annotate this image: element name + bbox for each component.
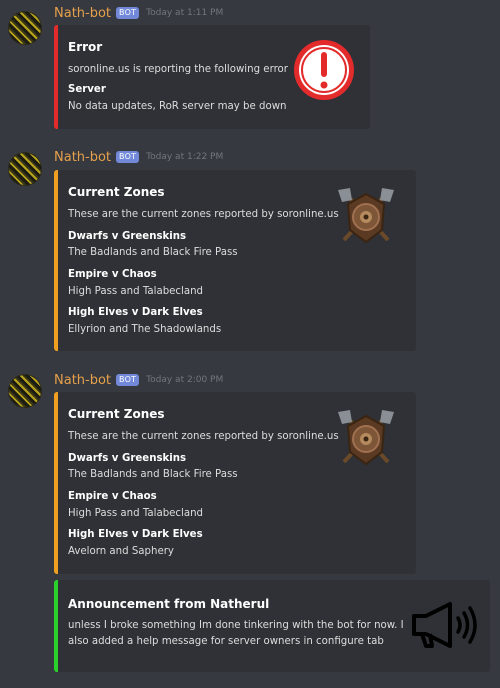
- avatar[interactable]: [8, 152, 42, 186]
- embed-description-line: also added a help message for server own…: [68, 636, 384, 647]
- embed-field-value: The Badlands and Black Fire Pass: [68, 469, 238, 480]
- embed-field-name: High Elves v Dark Elves: [68, 307, 203, 318]
- embed-title: Current Zones: [68, 185, 165, 199]
- message-header: Nath-bot BOT Today at 2:00 PM: [54, 370, 223, 390]
- embed-field-value: The Badlands and Black Fire Pass: [68, 247, 238, 258]
- megaphone-icon: [410, 600, 482, 650]
- error-embed: Error soronline.us is reporting the foll…: [54, 25, 370, 129]
- embed-field-name: High Elves v Dark Elves: [68, 529, 203, 540]
- zones-embed: Current Zones These are the current zone…: [54, 392, 416, 574]
- embed-title: Announcement from Natherul: [68, 597, 270, 611]
- embed-field-value: Ellyrion and The Shadowlands: [68, 324, 222, 335]
- embed-field-value: High Pass and Talabecland: [68, 286, 204, 297]
- message: Nath-bot BOT Today at 2:00 PM Current Zo…: [0, 367, 500, 677]
- bot-badge: BOT: [116, 374, 140, 386]
- crossed-axes-shield-icon: [334, 186, 398, 246]
- avatar[interactable]: [8, 11, 42, 45]
- embed-field-value: High Pass and Talabecland: [68, 508, 204, 519]
- timestamp: Today at 1:11 PM: [146, 8, 224, 18]
- timestamp: Today at 1:22 PM: [146, 152, 224, 162]
- message: Nath-bot BOT Today at 1:11 PM Error soro…: [0, 0, 500, 135]
- message-header: Nath-bot BOT Today at 1:11 PM: [54, 3, 223, 23]
- embed-description: These are the current zones reported by …: [68, 431, 339, 442]
- exclamation-icon: [292, 38, 356, 102]
- crossed-axes-shield-icon: [334, 408, 398, 468]
- embed-field-name: Dwarfs v Greenskins: [68, 231, 187, 242]
- bot-badge: BOT: [116, 7, 140, 19]
- embed-description-line: unless I broke something Im done tinkeri…: [68, 620, 404, 631]
- username[interactable]: Nath-bot: [54, 373, 111, 388]
- embed-field-name: Server: [68, 84, 106, 95]
- embed-description: soronline.us is reporting the following …: [68, 64, 288, 75]
- embed-title: Error: [68, 40, 103, 54]
- announcement-embed: Announcement from Natherul unless I brok…: [54, 580, 490, 672]
- zones-embed: Current Zones These are the current zone…: [54, 170, 416, 351]
- embed-field-name: Empire v Chaos: [68, 269, 157, 280]
- embed-field-name: Dwarfs v Greenskins: [68, 453, 187, 464]
- username[interactable]: Nath-bot: [54, 150, 111, 165]
- timestamp: Today at 2:00 PM: [146, 375, 224, 385]
- bot-badge: BOT: [116, 151, 140, 163]
- avatar[interactable]: [8, 374, 42, 408]
- username[interactable]: Nath-bot: [54, 6, 111, 21]
- embed-field-value: No data updates, RoR server may be down: [68, 101, 287, 112]
- embed-field-value: Avelorn and Saphery: [68, 546, 174, 557]
- embed-title: Current Zones: [68, 407, 165, 421]
- embed-field-name: Empire v Chaos: [68, 491, 157, 502]
- embed-description: These are the current zones reported by …: [68, 209, 339, 220]
- message: Nath-bot BOT Today at 1:22 PM Current Zo…: [0, 145, 500, 355]
- message-header: Nath-bot BOT Today at 1:22 PM: [54, 147, 223, 167]
